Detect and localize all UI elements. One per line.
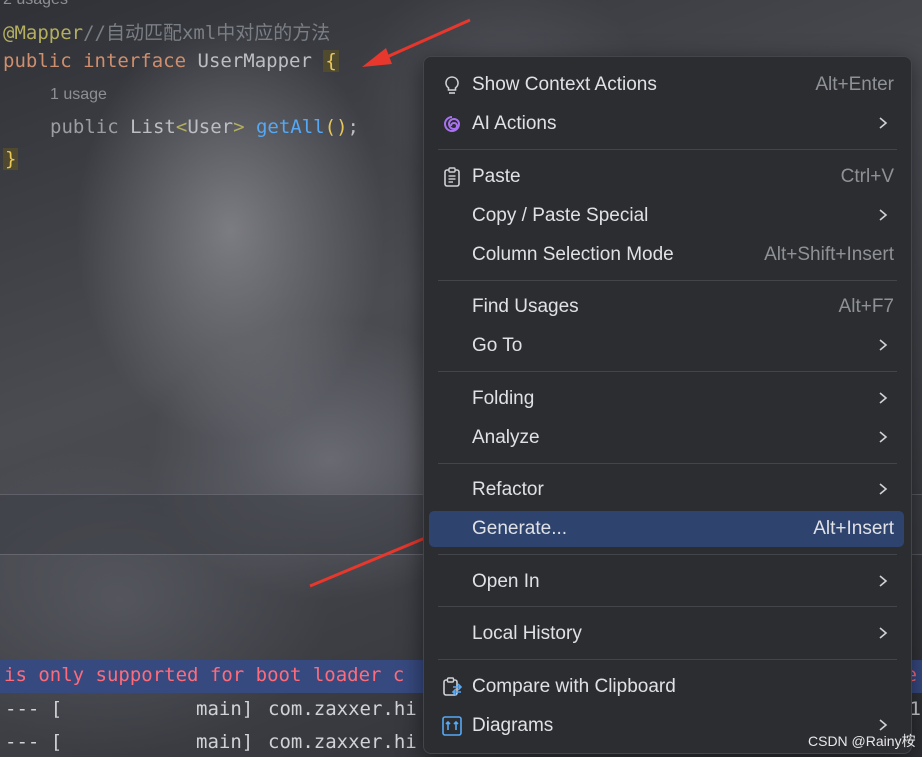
- lightbulb-icon: [445, 76, 459, 94]
- menu-item-compare-with-clipboard[interactable]: Compare with Clipboard: [429, 669, 904, 705]
- menu-item-go-to[interactable]: Go To: [429, 328, 904, 364]
- chevron-right-icon: [879, 117, 888, 129]
- csdn-watermark: CSDN @Rainy桉: [808, 733, 916, 749]
- menu-item-label: Diagrams: [472, 715, 554, 736]
- menu-separator: [438, 606, 897, 607]
- menu-item-copy-paste-special[interactable]: Copy / Paste Special: [429, 198, 904, 234]
- menu-item-label: Paste: [472, 166, 521, 187]
- menu-item-shortcut: Alt+F7: [838, 296, 894, 317]
- menu-item-shortcut: Ctrl+V: [840, 166, 894, 187]
- diagram-icon: [442, 716, 462, 736]
- menu-item-folding[interactable]: Folding: [429, 381, 904, 417]
- menu-item-label: AI Actions: [472, 113, 557, 134]
- context-menu: Show Context Actions Alt+Enter AI Action…: [423, 56, 912, 754]
- menu-separator: [438, 463, 897, 464]
- menu-item-column-selection-mode[interactable]: Column Selection Mode Alt+Shift+Insert: [429, 237, 904, 273]
- menu-item-local-history[interactable]: Local History: [429, 616, 904, 652]
- menu-item-shortcut: Alt+Enter: [815, 74, 894, 95]
- menu-item-label: Local History: [472, 623, 582, 644]
- menu-item-open-in[interactable]: Open In: [429, 564, 904, 600]
- menu-item-show-context-actions[interactable]: Show Context Actions Alt+Enter: [429, 67, 904, 103]
- menu-item-label: Find Usages: [472, 296, 579, 317]
- menu-item-label: Folding: [472, 388, 535, 409]
- chevron-right-icon: [879, 719, 888, 731]
- ai-spiral-icon: [444, 116, 461, 132]
- menu-item-ai-actions[interactable]: AI Actions: [429, 106, 904, 142]
- chevron-right-icon: [879, 431, 888, 443]
- menu-item-refactor[interactable]: Refactor: [429, 472, 904, 508]
- chevron-right-icon: [879, 339, 888, 351]
- menu-item-paste[interactable]: Paste Ctrl+V: [429, 159, 904, 195]
- menu-item-label: Column Selection Mode: [472, 244, 674, 265]
- menu-item-shortcut: Alt+Shift+Insert: [764, 244, 894, 265]
- chevron-right-icon: [879, 575, 888, 587]
- compare-clipboard-icon: [443, 677, 463, 696]
- menu-item-label: Open In: [472, 571, 540, 592]
- menu-item-label: Go To: [472, 335, 523, 356]
- menu-item-shortcut: Alt+Insert: [813, 518, 894, 539]
- menu-item-find-usages[interactable]: Find Usages Alt+F7: [429, 289, 904, 325]
- chevron-right-icon: [879, 209, 888, 221]
- menu-item-label: Generate...: [472, 518, 568, 539]
- menu-separator: [438, 554, 897, 555]
- menu-item-label: Show Context Actions: [472, 74, 657, 95]
- menu-item-label: Analyze: [472, 427, 540, 448]
- menu-separator: [438, 371, 897, 372]
- chevron-right-icon: [879, 627, 888, 639]
- menu-separator: [438, 149, 897, 150]
- chevron-right-icon: [879, 483, 888, 495]
- menu-item-label: Refactor: [472, 479, 544, 500]
- chevron-right-icon: [879, 392, 888, 404]
- clipboard-icon: [444, 167, 460, 187]
- menu-item-generate[interactable]: Generate... Alt+Insert: [429, 511, 904, 547]
- menu-separator: [438, 659, 897, 660]
- menu-separator: [438, 280, 897, 281]
- menu-item-label: Copy / Paste Special: [472, 205, 649, 226]
- menu-item-analyze[interactable]: Analyze: [429, 420, 904, 456]
- menu-item-label: Compare with Clipboard: [472, 676, 676, 697]
